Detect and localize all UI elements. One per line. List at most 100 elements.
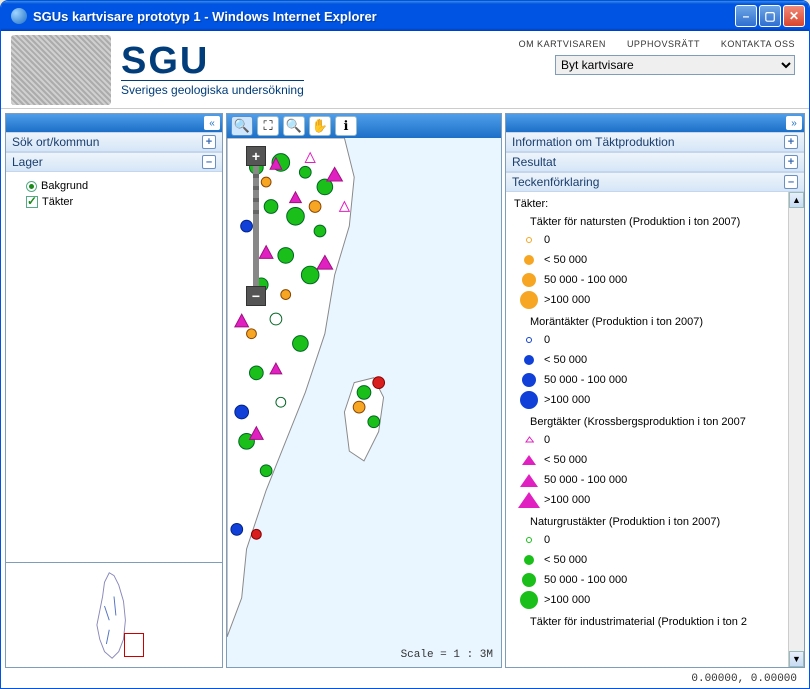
legend-item-label: >100 000 bbox=[544, 394, 590, 406]
info-section-title: Information om Täktproduktion bbox=[512, 135, 675, 149]
legend-row: 0 bbox=[520, 430, 796, 450]
window-titlebar: SGUs kartvisare prototyp 1 - Windows Int… bbox=[1, 1, 809, 31]
legend-item-label: 50 000 - 100 000 bbox=[544, 374, 627, 386]
zoom-out-tool[interactable]: 🔍 bbox=[283, 116, 305, 136]
legend-item-label: 0 bbox=[544, 334, 550, 346]
legend-item-label: 0 bbox=[544, 434, 550, 446]
legend-item-label: 50 000 - 100 000 bbox=[544, 574, 627, 586]
legend-row: 50 000 - 100 000 bbox=[520, 570, 796, 590]
legend-group-title: Moräntäkter (Produktion i ton 2007) bbox=[530, 316, 796, 328]
minimize-button[interactable]: – bbox=[735, 5, 757, 27]
result-section-title: Resultat bbox=[512, 155, 556, 169]
left-panel: « Sök ort/kommun + Lager – Bakgrund Täkt… bbox=[5, 113, 223, 668]
scroll-up-button[interactable]: ▲ bbox=[789, 192, 804, 208]
legend-item-label: 50 000 - 100 000 bbox=[544, 474, 627, 486]
triangle-symbol-icon bbox=[520, 451, 538, 469]
legend-row: < 50 000 bbox=[520, 250, 796, 270]
legend-item-label: < 50 000 bbox=[544, 454, 587, 466]
circle-symbol-icon bbox=[520, 291, 538, 309]
legend-item-label: >100 000 bbox=[544, 294, 590, 306]
result-section-header[interactable]: Resultat + bbox=[506, 152, 804, 172]
legend-group-title: Täkter för industrimaterial (Produktion … bbox=[530, 616, 796, 628]
collapse-icon[interactable]: – bbox=[784, 175, 798, 189]
circle-symbol-icon bbox=[520, 551, 538, 569]
app-header: SGU Sveriges geologiska undersökning OM … bbox=[1, 31, 809, 109]
legend-group-title: Bergtäkter (Krossbergsproduktion i ton 2… bbox=[530, 416, 796, 428]
close-button[interactable]: ✕ bbox=[783, 5, 805, 27]
scale-label: Scale = 1 : 3M bbox=[401, 649, 493, 661]
collapse-left-button[interactable]: « bbox=[204, 116, 220, 130]
circle-symbol-icon bbox=[520, 231, 538, 249]
logo: SGU Sveriges geologiska undersökning bbox=[121, 42, 304, 97]
zoom-slider[interactable]: + − bbox=[245, 146, 267, 306]
zoom-rect-tool[interactable]: ⛶ bbox=[257, 116, 279, 136]
map-panel: 🔍 ⛶ 🔍 ✋ ℹ bbox=[226, 113, 502, 668]
triangle-symbol-icon bbox=[520, 491, 538, 509]
layer-label: Bakgrund bbox=[41, 180, 88, 192]
legend-section-header[interactable]: Teckenförklaring – bbox=[506, 172, 804, 192]
legend-body: Täkter: Täkter för natursten (Produktion… bbox=[506, 192, 804, 667]
overview-extent-box[interactable] bbox=[124, 633, 144, 657]
legend-row: < 50 000 bbox=[520, 350, 796, 370]
legend-row: < 50 000 bbox=[520, 450, 796, 470]
legend-row: 0 bbox=[520, 230, 796, 250]
circle-symbol-icon bbox=[520, 271, 538, 289]
legend-item-label: < 50 000 bbox=[544, 554, 587, 566]
legend-row: 50 000 - 100 000 bbox=[520, 470, 796, 490]
legend-row: 0 bbox=[520, 330, 796, 350]
checkbox-icon[interactable] bbox=[26, 196, 38, 208]
legend-row: 0 bbox=[520, 530, 796, 550]
search-section-header[interactable]: Sök ort/kommun + bbox=[6, 132, 222, 152]
radio-icon[interactable] bbox=[26, 181, 37, 192]
legend-section-title: Teckenförklaring bbox=[512, 175, 599, 189]
logo-subtitle: Sveriges geologiska undersökning bbox=[121, 80, 304, 97]
maximize-button[interactable]: ▢ bbox=[759, 5, 781, 27]
map-selector[interactable]: Byt kartvisare bbox=[555, 55, 795, 75]
map-canvas[interactable]: + − Scale = 1 : 3M bbox=[227, 138, 501, 667]
circle-symbol-icon bbox=[520, 351, 538, 369]
right-panel: » Information om Täktproduktion + Result… bbox=[505, 113, 805, 668]
overview-map[interactable] bbox=[6, 562, 222, 667]
legend-item-label: < 50 000 bbox=[544, 354, 587, 366]
layers-section-header[interactable]: Lager – bbox=[6, 152, 222, 172]
layers-section-title: Lager bbox=[12, 155, 43, 169]
legend-row: >100 000 bbox=[520, 490, 796, 510]
legend-item-label: >100 000 bbox=[544, 494, 590, 506]
info-tool[interactable]: ℹ bbox=[335, 116, 357, 136]
info-section-header[interactable]: Information om Täktproduktion + bbox=[506, 132, 804, 152]
legend-row: >100 000 bbox=[520, 590, 796, 610]
legend-row: 50 000 - 100 000 bbox=[520, 270, 796, 290]
link-contact[interactable]: KONTAKTA OSS bbox=[721, 39, 795, 49]
circle-symbol-icon bbox=[520, 591, 538, 609]
circle-symbol-icon bbox=[520, 571, 538, 589]
zoom-in-tool[interactable]: 🔍 bbox=[231, 116, 253, 136]
header-links: OM KARTVISAREN UPPHOVSRÄTT KONTAKTA OSS bbox=[501, 39, 795, 49]
layer-item-takter[interactable]: Täkter bbox=[26, 194, 212, 210]
legend-item-label: >100 000 bbox=[544, 594, 590, 606]
expand-icon[interactable]: + bbox=[784, 155, 798, 169]
legend-group-title: Naturgrustäkter (Produktion i ton 2007) bbox=[530, 516, 796, 528]
zoom-plus-button[interactable]: + bbox=[246, 146, 266, 166]
pan-tool[interactable]: ✋ bbox=[309, 116, 331, 136]
search-section-title: Sök ort/kommun bbox=[12, 135, 99, 149]
layer-item-background[interactable]: Bakgrund bbox=[26, 178, 212, 194]
circle-symbol-icon bbox=[520, 251, 538, 269]
link-about[interactable]: OM KARTVISAREN bbox=[519, 39, 606, 49]
zoom-minus-button[interactable]: − bbox=[246, 286, 266, 306]
layer-list: Bakgrund Täkter bbox=[6, 172, 222, 216]
legend-row: >100 000 bbox=[520, 290, 796, 310]
link-copyright[interactable]: UPPHOVSRÄTT bbox=[627, 39, 700, 49]
zoom-track[interactable] bbox=[253, 166, 259, 286]
legend-scrollbar[interactable]: ▲ ▼ bbox=[788, 192, 804, 667]
collapse-right-button[interactable]: » bbox=[786, 116, 802, 130]
collapse-icon[interactable]: – bbox=[202, 155, 216, 169]
legend-header: Täkter: bbox=[514, 198, 796, 210]
expand-icon[interactable]: + bbox=[202, 135, 216, 149]
circle-symbol-icon bbox=[520, 371, 538, 389]
expand-icon[interactable]: + bbox=[784, 135, 798, 149]
window-title: SGUs kartvisare prototyp 1 - Windows Int… bbox=[33, 9, 735, 24]
scroll-down-button[interactable]: ▼ bbox=[789, 651, 804, 667]
logo-text: SGU bbox=[121, 42, 304, 80]
ie-icon bbox=[11, 8, 27, 24]
triangle-symbol-icon bbox=[520, 471, 538, 489]
